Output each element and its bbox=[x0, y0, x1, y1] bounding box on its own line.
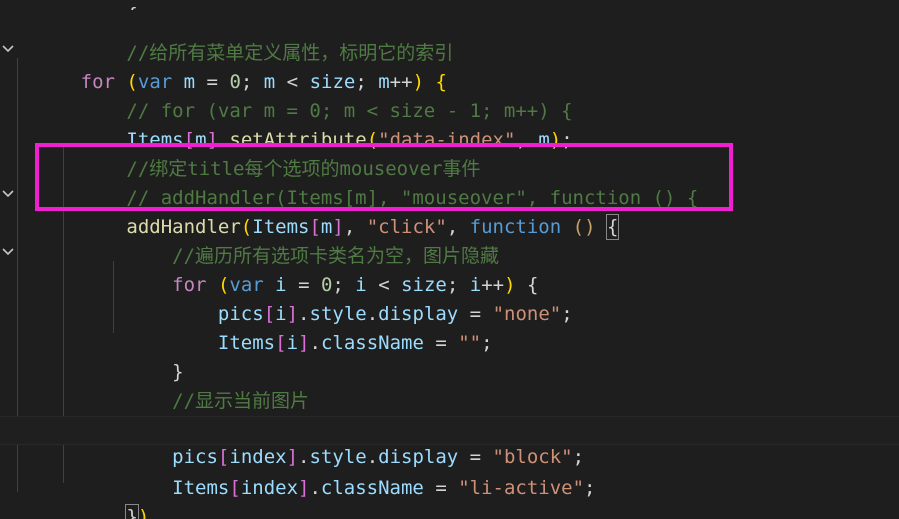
code-line-3[interactable]: // for (var m = 0; m < size - 1; m++) { bbox=[0, 68, 899, 122]
code-line-11[interactable]: Items[i].className = ""; bbox=[0, 300, 899, 354]
code-line-0[interactable]: { bbox=[0, 0, 899, 11]
code-line-8[interactable]: //遍历所有选项卡类名为空，图片隐藏 bbox=[0, 213, 899, 267]
code-line-4[interactable]: Items[m].setAttribute("data-index", m); bbox=[0, 97, 899, 151]
code-line-5[interactable]: //绑定title每个选项的mouseover事件 bbox=[0, 126, 899, 180]
code-line-2[interactable]: for (var m = 0; m < size; m++) { bbox=[0, 39, 899, 93]
code-line-15-current[interactable]: pics[index].style.display = "block"; bbox=[0, 416, 899, 468]
code-line-17[interactable]: }) bbox=[0, 474, 899, 519]
code-surface[interactable]: { //给所有菜单定义属性，标明它的索引 for (var m = 0; m <… bbox=[0, 0, 899, 519]
code-line-1[interactable]: //给所有菜单定义属性，标明它的索引 bbox=[0, 10, 899, 64]
code-line-12[interactable]: } bbox=[0, 329, 899, 383]
code-line-13[interactable]: //显示当前图片 bbox=[0, 358, 899, 412]
code-line-6[interactable]: // addHandler(Items[m], "mouseover", fun… bbox=[0, 155, 899, 209]
code-line-16[interactable]: Items[index].className = "li-active"; bbox=[0, 445, 899, 499]
code-line-7[interactable]: addHandler(Items[m], "click", function (… bbox=[0, 184, 899, 240]
code-line-18[interactable]: } bbox=[0, 503, 899, 519]
code-line-14[interactable]: index = this.getAttribute("data-index"); bbox=[0, 387, 899, 441]
code-line-10[interactable]: pics[i].style.display = "none"; bbox=[0, 271, 899, 325]
code-line-9[interactable]: for (var i = 0; i < size; i++) { bbox=[0, 242, 899, 296]
code-editor[interactable]: { //给所有菜单定义属性，标明它的索引 for (var m = 0; m <… bbox=[0, 0, 899, 519]
